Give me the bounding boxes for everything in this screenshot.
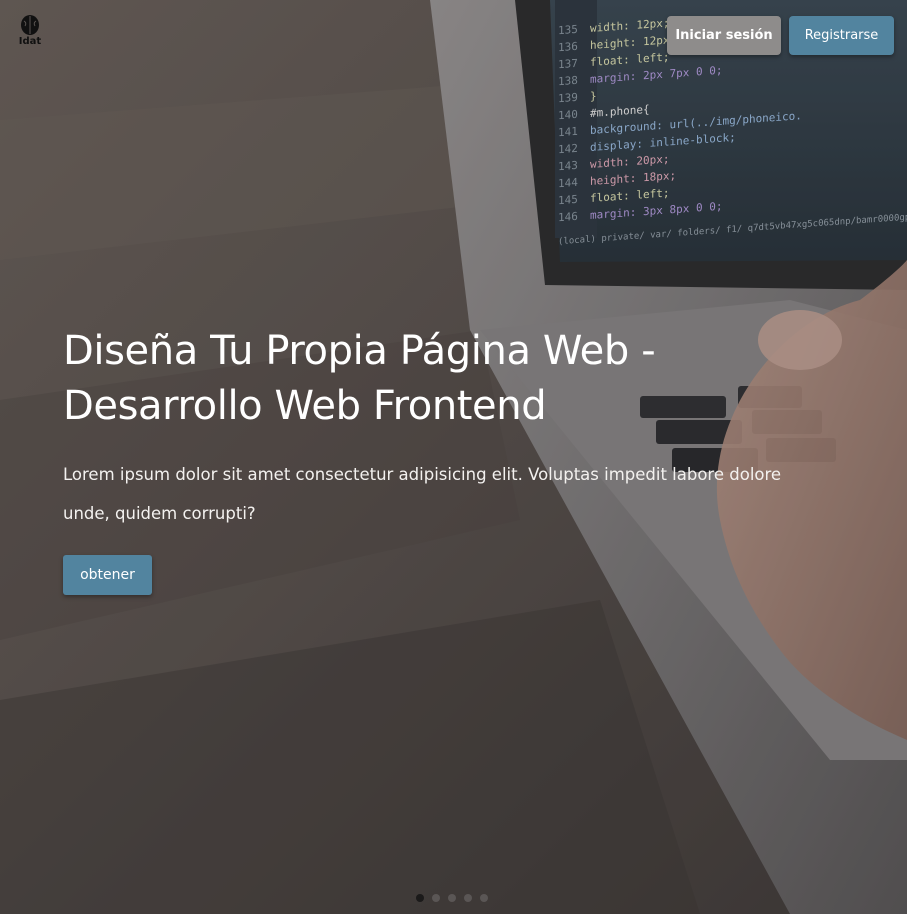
hero-title-line1: Diseña Tu Propia Página Web - [63,328,656,374]
logo[interactable]: Idat [17,14,43,47]
hero-title-line2: Desarrollo Web Frontend [63,383,547,429]
carousel-dot[interactable] [416,894,424,902]
carousel-indicators [416,894,488,902]
login-button[interactable]: Iniciar sesión [667,16,781,55]
carousel-dot[interactable] [432,894,440,902]
get-button[interactable]: obtener [63,555,152,595]
carousel-dot[interactable] [448,894,456,902]
logo-text: Idat [18,36,42,47]
hero-title: Diseña Tu Propia Página Web - Desarrollo… [63,324,853,434]
hero-description: Lorem ipsum dolor sit amet consectetur a… [63,465,782,523]
brain-logo-icon [21,15,39,35]
hero-section: 135 width: 12px; 136 height: 12px; 137 floa… [0,0,907,914]
carousel-dot[interactable] [464,894,472,902]
register-button[interactable]: Registrarse [789,16,894,55]
hero-content: Diseña Tu Propia Página Web - Desarrollo… [63,324,853,595]
carousel-dot[interactable] [480,894,488,902]
